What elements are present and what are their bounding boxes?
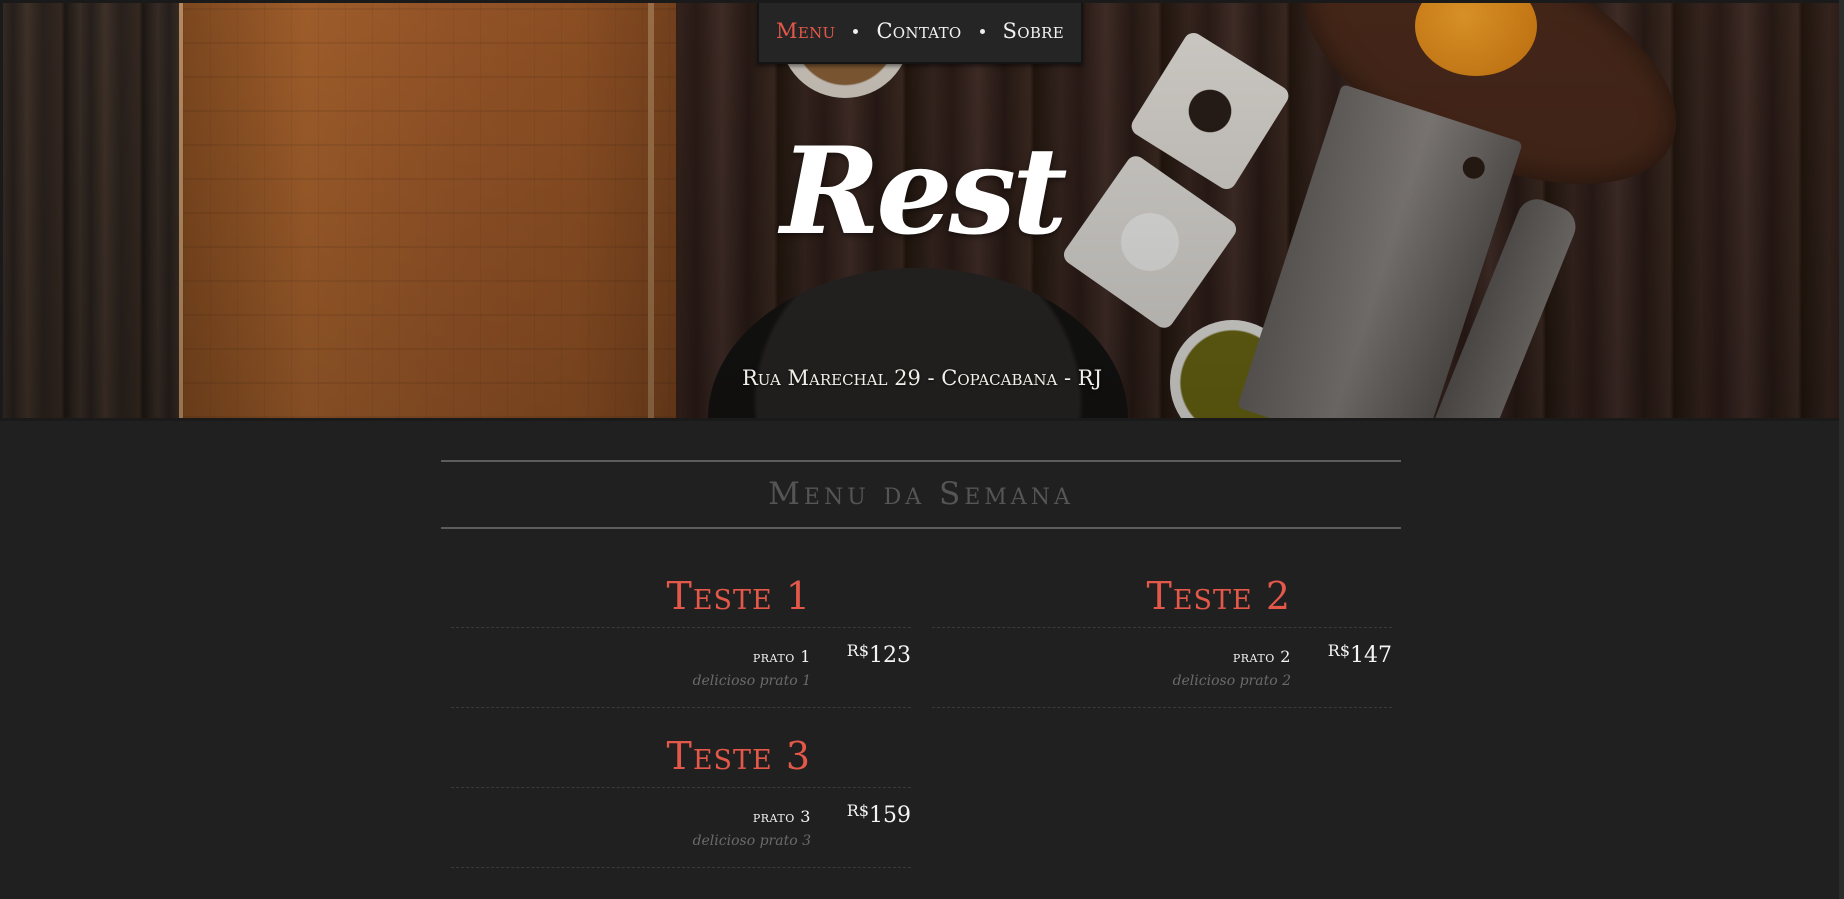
price-value: 159 (869, 803, 911, 828)
menu-title-rule-bottom (441, 527, 1401, 529)
site-logo: Rest (780, 121, 1067, 262)
menu-item-price: R$159 (846, 801, 911, 828)
menu-item-name: prato 1 (752, 647, 811, 666)
menu-section-title: Menu da Semana (768, 476, 1074, 512)
page-scrollbar[interactable] (1839, 0, 1844, 899)
category-title: Teste 1 (666, 574, 811, 618)
nav-separator-dot (979, 28, 985, 34)
hero-banner: Menu Contato Sobre Rest Rua Marechal 29 … (0, 0, 1844, 421)
category-divider (451, 627, 911, 628)
menu-item-name: prato 3 (752, 807, 811, 826)
menu-category: Teste 1 prato 1 delicioso prato 1 R$123 (451, 570, 911, 710)
menu-item-price: R$123 (846, 641, 911, 668)
nav-separator-dot (853, 28, 859, 34)
menu-item-price: R$147 (1327, 641, 1392, 668)
menu-title-rule-top (441, 460, 1401, 462)
price-currency: R$ (1327, 641, 1350, 660)
restaurant-address: Rua Marechal 29 - Copacabana - RJ (742, 366, 1102, 390)
category-divider (451, 787, 911, 788)
item-divider (451, 867, 911, 868)
nav-link-contato[interactable]: Contato (876, 19, 961, 43)
price-value: 147 (1350, 643, 1392, 668)
menu-item-description: delicioso prato 3 (692, 833, 811, 849)
item-divider (451, 707, 911, 708)
menu-category: Teste 3 prato 3 delicioso prato 3 R$159 (451, 730, 911, 870)
category-divider (932, 627, 1392, 628)
menu-item-description: delicioso prato 1 (692, 673, 811, 689)
item-divider (932, 707, 1392, 708)
price-currency: R$ (846, 641, 869, 660)
price-value: 123 (869, 643, 911, 668)
menu-category: Teste 2 prato 2 delicioso prato 2 R$147 (932, 570, 1392, 710)
price-currency: R$ (846, 801, 869, 820)
menu-item-name: prato 2 (1232, 647, 1291, 666)
category-title: Teste 3 (666, 734, 811, 778)
nav-link-menu[interactable]: Menu (776, 19, 835, 43)
menu-item-description: delicioso prato 2 (1172, 673, 1291, 689)
category-title: Teste 2 (1146, 574, 1291, 618)
main-nav: Menu Contato Sobre (757, 0, 1083, 64)
nav-link-sobre[interactable]: Sobre (1003, 19, 1064, 43)
